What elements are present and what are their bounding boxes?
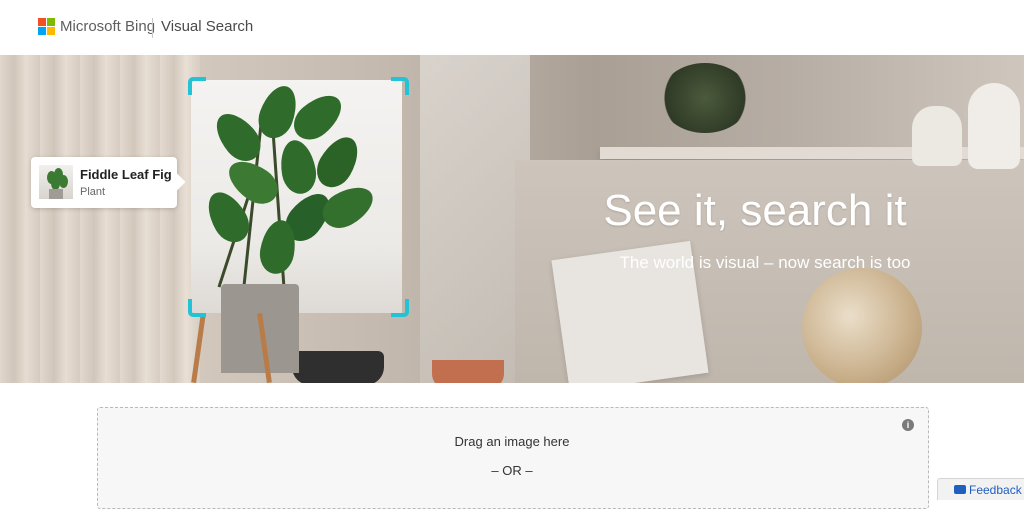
selected-image-region[interactable] — [191, 80, 402, 313]
hero-subtitle: The world is visual – now search is too — [619, 253, 911, 272]
result-title: Fiddle Leaf Fig — [80, 167, 172, 182]
section-title[interactable]: Visual Search — [161, 17, 253, 37]
vase — [912, 106, 962, 166]
drag-instruction: Drag an image here — [454, 434, 570, 449]
crop-handle-bottom-right[interactable] — [391, 299, 409, 317]
or-separator: – OR – — [491, 463, 533, 478]
image-drop-zone[interactable] — [97, 407, 929, 509]
curtain-background — [0, 55, 200, 383]
shelf-plant — [660, 63, 750, 133]
crop-handle-bottom-left[interactable] — [188, 299, 206, 317]
chat-icon[interactable] — [954, 485, 966, 494]
black-pot — [292, 351, 384, 383]
top-header: Microsoft Bing Visual Search — [0, 0, 1024, 56]
brand-name[interactable]: Microsoft Bing — [60, 17, 155, 37]
result-thumbnail — [39, 165, 73, 199]
result-category: Plant — [80, 186, 106, 198]
header-divider — [152, 18, 153, 38]
microsoft-logo-icon[interactable] — [38, 18, 55, 35]
hero-banner: Fiddle Leaf Fig Plant See it, search it … — [0, 55, 1024, 383]
result-callout[interactable]: Fiddle Leaf Fig Plant — [31, 157, 177, 208]
info-icon[interactable]: i — [902, 419, 914, 431]
terracotta-pot — [432, 360, 504, 383]
crop-handle-top-left[interactable] — [188, 77, 206, 95]
plant-pot — [221, 284, 299, 313]
globe — [802, 268, 922, 383]
crop-handle-top-right[interactable] — [391, 77, 409, 95]
vase — [968, 83, 1020, 169]
feedback-label[interactable]: Feedback — [969, 483, 1022, 497]
hero-title: See it, search it — [603, 186, 907, 235]
window-background — [420, 55, 530, 383]
